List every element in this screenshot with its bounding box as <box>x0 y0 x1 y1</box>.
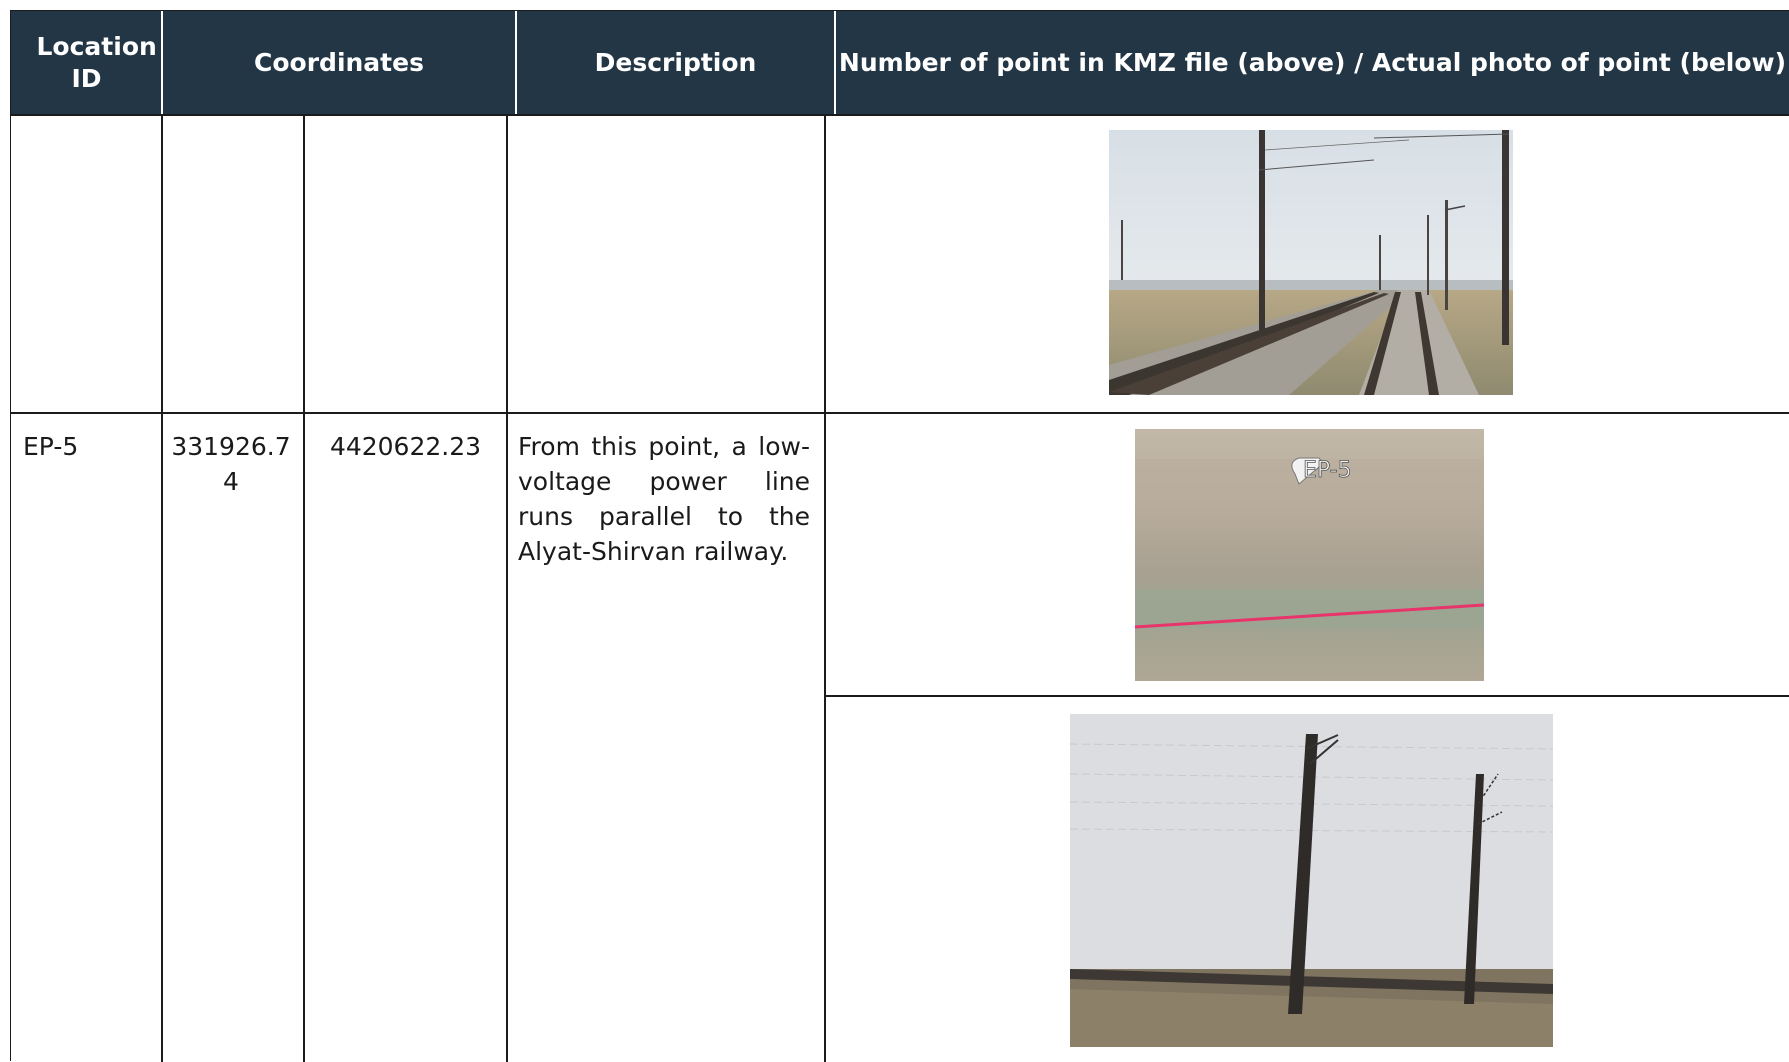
row-divider <box>11 114 1789 116</box>
column-divider <box>824 114 826 1062</box>
row2-description: From this point, a low-voltage power lin… <box>518 432 810 566</box>
header-kmz-photo: Number of point in KMZ file (above) / Ac… <box>835 11 1789 114</box>
kmz-point-label: EP-5 <box>1303 458 1352 483</box>
header-location-id: Location ID <box>11 11 162 114</box>
data-table: Location ID Coordinates Description Numb… <box>10 10 1789 1062</box>
header-divider <box>161 11 163 114</box>
kmz-map-snapshot: EP-5 <box>1135 429 1484 681</box>
row2-location-id: EP-5 <box>23 432 79 461</box>
header-description-label: Description <box>594 47 757 77</box>
railway-tracks-photo <box>1109 130 1513 395</box>
row-divider <box>11 412 1789 414</box>
row2-easting: 331926.74 <box>171 432 291 496</box>
header-description: Description <box>516 11 835 114</box>
header-coordinates: Coordinates <box>162 11 516 114</box>
power-poles-photo <box>1070 714 1553 1047</box>
column-divider <box>161 114 163 1062</box>
header-divider <box>515 11 517 114</box>
row-divider <box>824 695 1789 697</box>
column-divider <box>506 114 508 1062</box>
header-location-id-label: Location ID <box>36 32 157 93</box>
header-divider <box>834 11 836 114</box>
column-divider <box>303 114 305 1062</box>
row2-northing: 4420622.23 <box>329 432 482 461</box>
header-kmz-photo-label: Number of point in KMZ file (above) / Ac… <box>838 47 1787 77</box>
header-coordinates-label: Coordinates <box>254 47 424 77</box>
